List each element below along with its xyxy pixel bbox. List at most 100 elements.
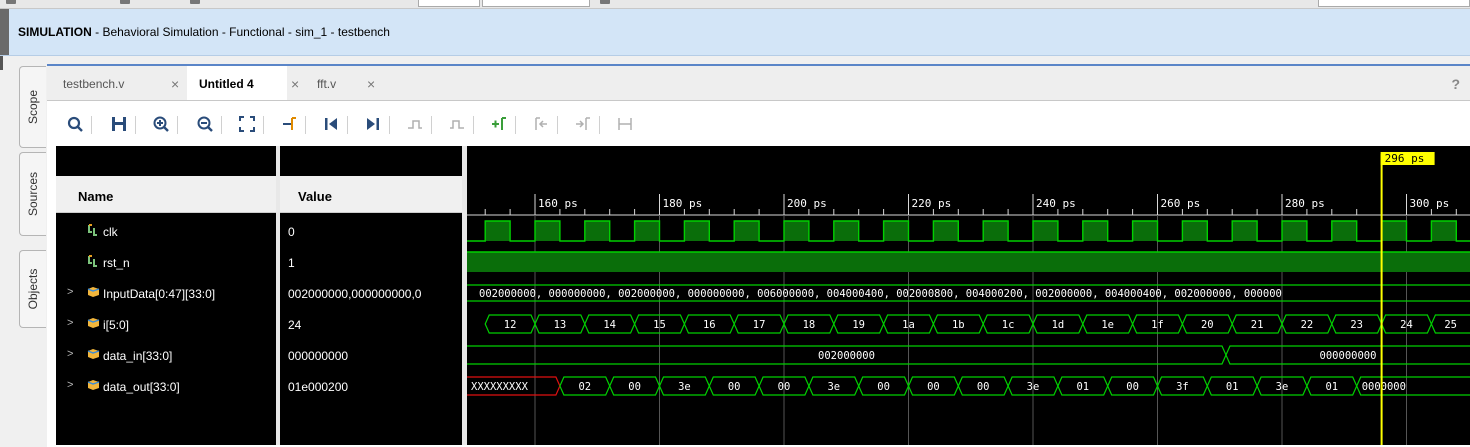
chevron-right-icon[interactable]: > [67, 348, 73, 360]
i-bus-value: 21 [1251, 319, 1264, 331]
search-icon[interactable] [65, 114, 85, 134]
i-bus-value: 15 [653, 319, 666, 331]
clk-high-fill [784, 221, 809, 241]
signal-row-data-out-33-0[interactable]: > data_out[33:0] [56, 371, 276, 402]
signal-name: i[5:0] [103, 318, 130, 332]
zoom-in-icon[interactable] [151, 114, 171, 134]
i-bus-value: 16 [703, 319, 716, 331]
i-bus-value: 1c [1002, 319, 1015, 331]
bus-signal-icon [87, 379, 100, 394]
zoom-out-icon[interactable] [195, 114, 215, 134]
time-tick-label: 300 ps [1410, 197, 1450, 210]
name-column-header[interactable]: Name [56, 176, 276, 213]
separator [305, 116, 306, 134]
signal-value: 000000000 [288, 349, 349, 363]
signal-row-rst-n[interactable]: rst_n [56, 247, 276, 278]
close-icon[interactable]: × [367, 76, 375, 92]
time-tick-label: 160 ps [538, 197, 578, 210]
data-out-bus-value: 01 [1226, 381, 1239, 393]
side-tab-objects[interactable]: Objects [19, 250, 46, 328]
wave-toolbar [47, 101, 1470, 147]
clk-high-fill [883, 221, 909, 241]
save-icon[interactable] [109, 114, 129, 134]
go-to-cursor-icon[interactable] [279, 114, 299, 134]
tab-testbench[interactable]: testbench.v × [47, 66, 187, 100]
clk-high-fill [1381, 221, 1407, 241]
signal-value: 01e000200 [288, 380, 349, 394]
signal-name: rst_n [103, 256, 130, 270]
previous-marker-icon[interactable] [531, 114, 551, 134]
close-icon[interactable]: × [291, 76, 299, 92]
data-out-bus-value: 00 [927, 381, 940, 393]
toolbar-icon[interactable] [600, 0, 610, 4]
i-bus-value: 23 [1350, 319, 1363, 331]
quick-access-search[interactable] [1318, 0, 1470, 7]
data-out-bus-value: 00 [977, 381, 990, 393]
toolbar-icon[interactable] [120, 0, 130, 4]
separator [473, 116, 474, 134]
data-out-bus-value: 3e [1027, 381, 1040, 393]
i-bus-value: 20 [1201, 319, 1214, 331]
signal-value-row[interactable]: 01e000200 [288, 371, 462, 402]
bit-signal-icon [87, 224, 99, 239]
signal-value: 1 [288, 256, 295, 270]
toolbar-icon[interactable] [190, 0, 200, 4]
chevron-right-icon[interactable]: > [67, 286, 73, 298]
signal-value-row[interactable]: 000000000 [288, 340, 462, 371]
i-bus-value: 13 [554, 319, 567, 331]
zoom-fit-icon[interactable] [237, 114, 257, 134]
tab-label: testbench.v [63, 77, 125, 91]
value-column-header[interactable]: Value [280, 176, 462, 213]
signal-value: 002000000,000000000,0 [288, 287, 422, 301]
clk-high-fill [535, 221, 560, 241]
i-bus-value: 24 [1400, 319, 1413, 331]
tab-untitled-4[interactable]: Untitled 4 [187, 66, 287, 100]
side-tab-sources[interactable]: Sources [19, 152, 46, 236]
signal-value-row[interactable]: 002000000,000000000,0 [288, 278, 462, 309]
chevron-right-icon[interactable]: > [67, 317, 73, 329]
waveform-canvas[interactable]: 160 ps 180 ps 200 ps 220 ps 240 ps 260 ps 280 … [467, 146, 1470, 445]
previous-transition-icon[interactable] [405, 114, 425, 134]
signal-row-i-5-0[interactable]: > i[5:0] [56, 309, 276, 340]
run-time-field[interactable] [418, 0, 480, 7]
next-marker-icon[interactable] [573, 114, 593, 134]
data-in-bus-value: 000000000 [1320, 350, 1377, 362]
bit-signal-icon [87, 255, 99, 270]
header-strip [0, 9, 9, 55]
waveform-view[interactable]: 160 ps 180 ps 200 ps 220 ps 240 ps 260 ps 280 … [467, 146, 1470, 445]
data-out-bus-value: 0000000 [1362, 381, 1406, 393]
clk-high-fill [1282, 221, 1307, 241]
data-in-bus-value: 002000000 [818, 350, 875, 362]
time-unit-select[interactable] [482, 0, 590, 7]
tab-fft[interactable]: fft.v × [309, 66, 389, 100]
help-icon[interactable]: ? [1451, 76, 1460, 92]
signal-value-column: Value 0 1 002000000,000000000,0 24 000000000… [280, 146, 462, 445]
clk-high-fill [1232, 221, 1258, 241]
signal-value-row[interactable]: 24 [288, 309, 462, 340]
swap-cursors-icon[interactable] [615, 114, 635, 134]
go-to-time-zero-icon[interactable] [321, 114, 341, 134]
side-tab-scope[interactable]: Scope [19, 66, 46, 148]
rst-n-high-fill [467, 252, 1470, 272]
signal-value-row[interactable]: 0 [288, 216, 462, 247]
main-toolbar-strip [0, 0, 1470, 9]
add-marker-icon[interactable] [489, 114, 509, 134]
clk-high-fill [734, 221, 760, 241]
signal-row-clk[interactable]: clk [56, 216, 276, 247]
clk-high-fill [1182, 221, 1208, 241]
toolbar-icon[interactable] [6, 0, 16, 4]
simulation-header: SIMULATION - Behavioral Simulation - Fun… [0, 9, 1470, 56]
signal-row-data-in-33-0[interactable]: > data_in[33:0] [56, 340, 276, 371]
data-out-bus-value: 00 [628, 381, 641, 393]
time-tick-label: 200 ps [787, 197, 827, 210]
chevron-right-icon[interactable]: > [67, 379, 73, 391]
i-bus-value: 1b [952, 319, 965, 331]
signal-row-inputdata-0-47-33-0[interactable]: > InputData[0:47][33:0] [56, 278, 276, 309]
signal-value: 0 [288, 225, 295, 239]
signal-value-row[interactable]: 1 [288, 247, 462, 278]
go-to-last-time-icon[interactable] [363, 114, 383, 134]
close-icon[interactable]: × [171, 76, 179, 92]
data-out-bus-value: XXXXXXXXX [471, 381, 529, 393]
next-transition-icon[interactable] [447, 114, 467, 134]
separator [599, 116, 600, 134]
